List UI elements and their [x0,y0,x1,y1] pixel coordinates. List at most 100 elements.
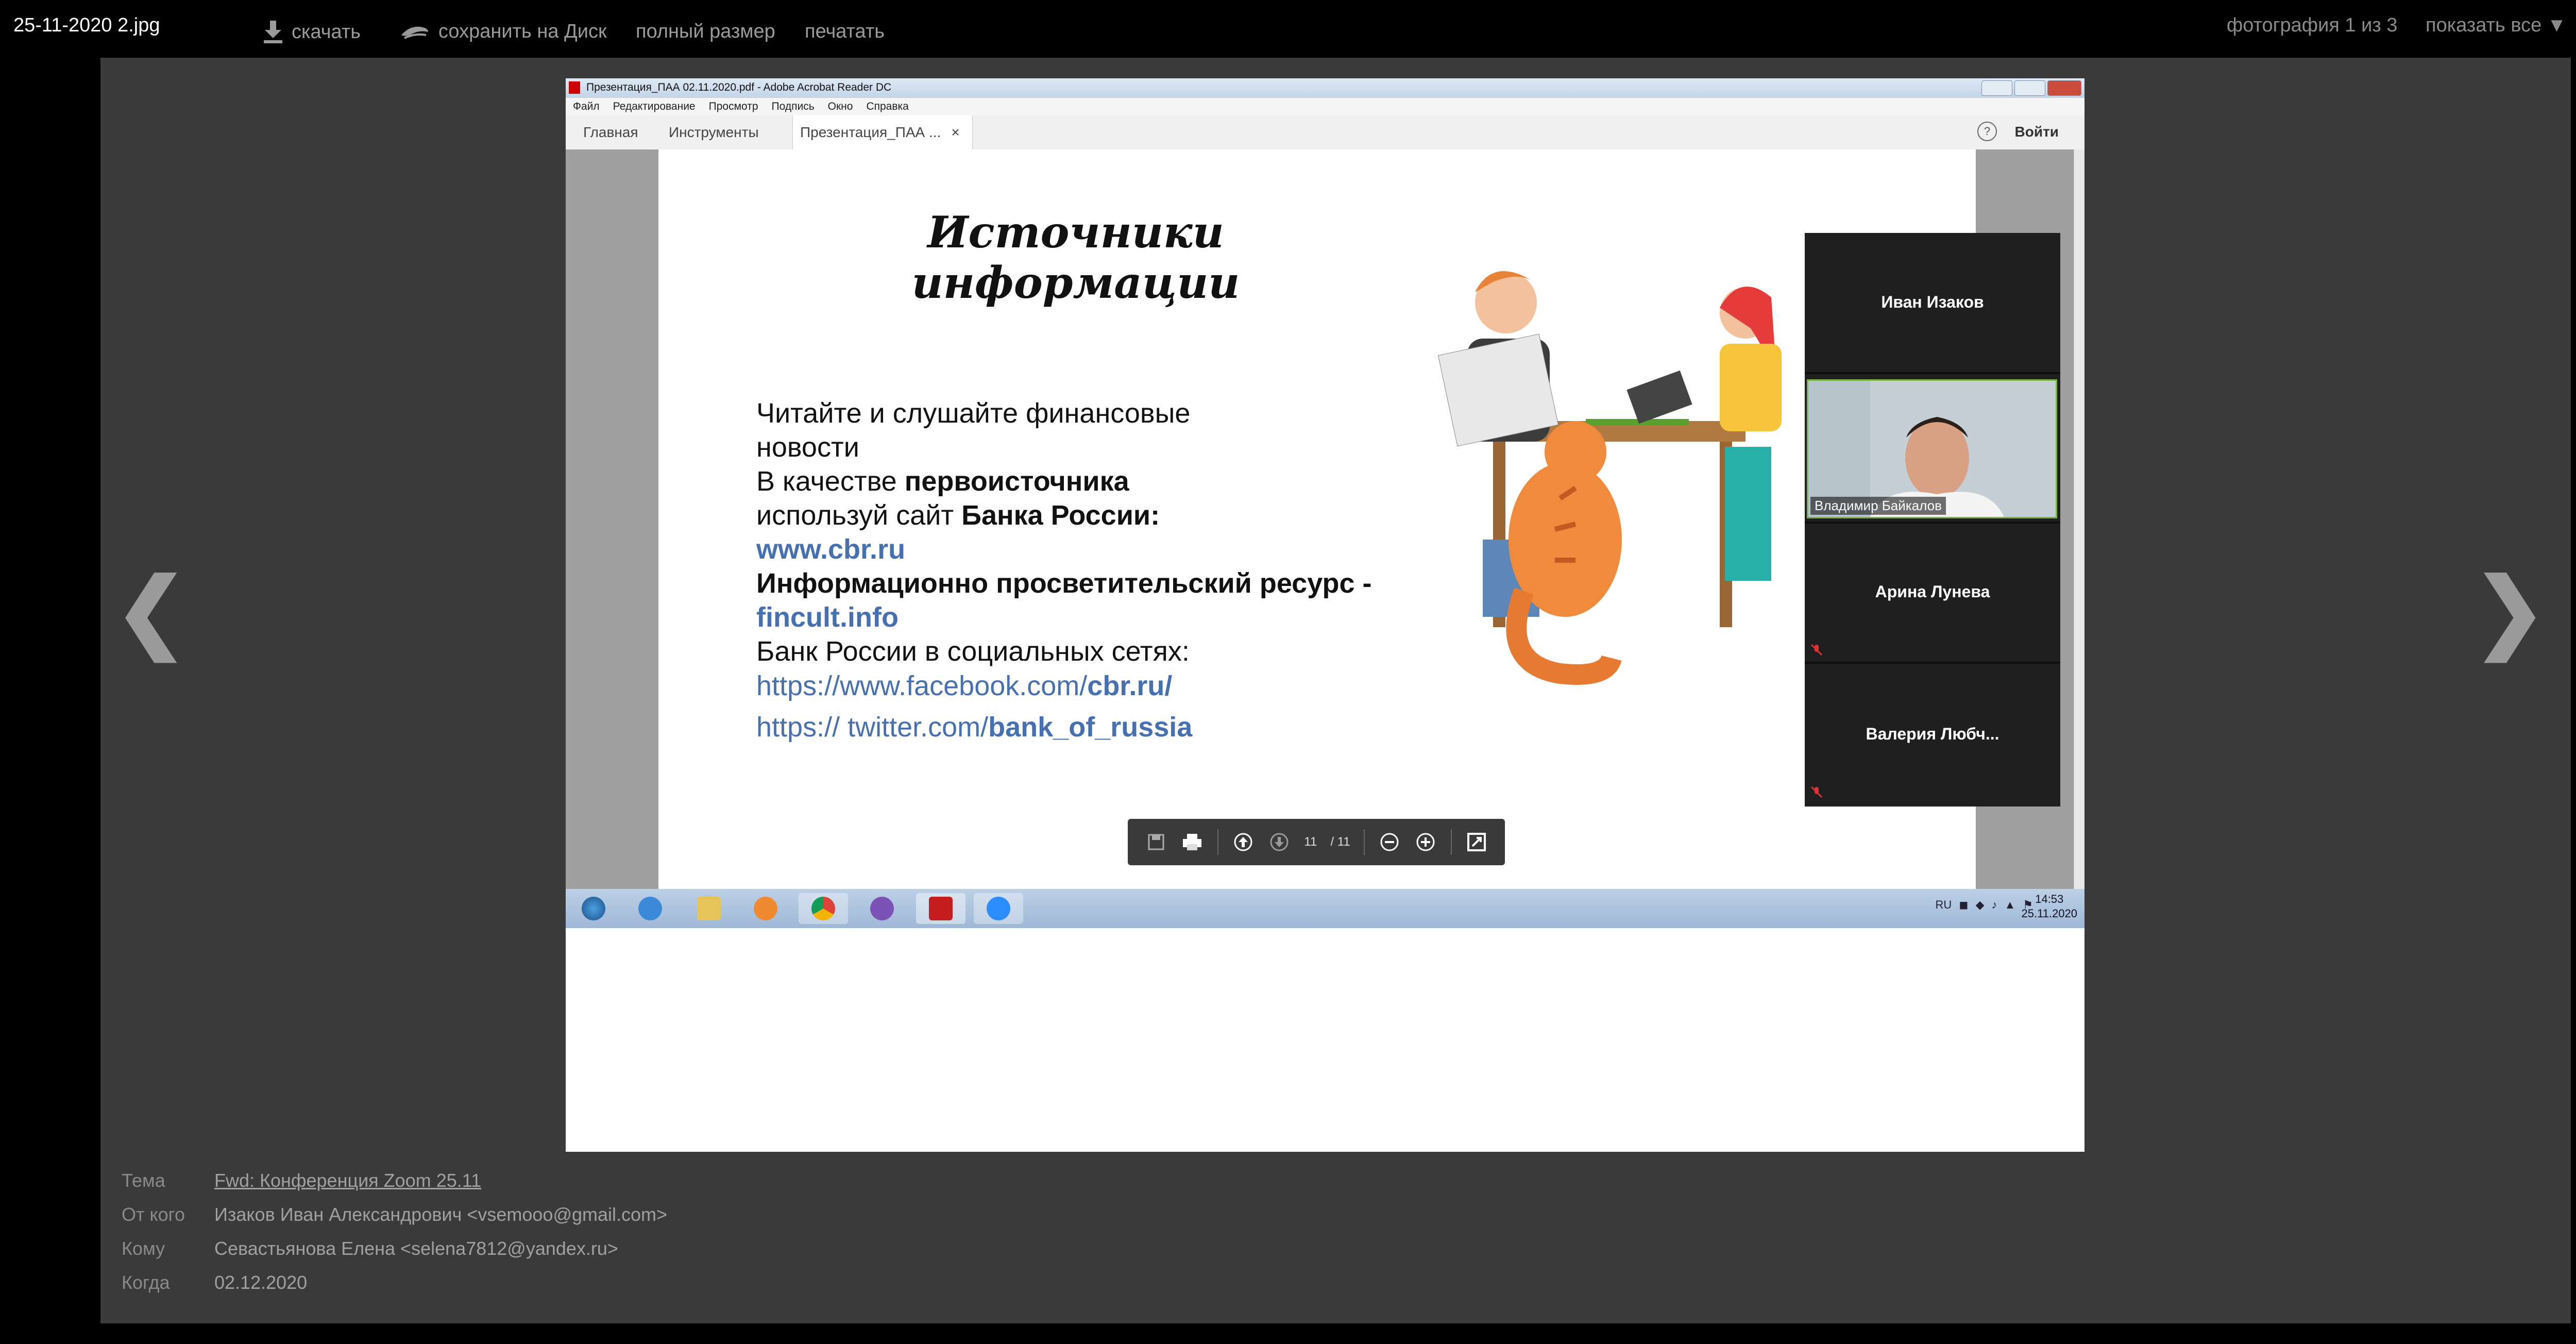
network-icon: ▲ [2004,898,2016,911]
text-bold: Банка России: [961,500,1160,531]
text-bold: первоисточника [904,466,1129,497]
download-label: скачать [292,21,361,43]
menu-sign: Подпись [771,100,815,112]
participant-tile: Валерия Любч... [1805,665,2060,804]
link-cbr: www.cbr.ru [756,534,906,565]
window-close-icon [2047,80,2081,96]
full-size-label: полный размер [636,21,775,42]
menu-help: Справка [866,100,909,112]
meta-label: Тема [122,1170,165,1191]
save-to-disk-button[interactable]: сохранить на Диск [399,21,607,43]
prev-arrow-icon[interactable]: ❮ [114,567,188,654]
zoom-in-icon [1414,831,1437,853]
toolbar-separator [1217,829,1218,855]
photo-image: Презентация_ПАА 02.11.2020.pdf - Adobe A… [566,78,2084,1152]
acrobat-icon [916,893,965,924]
slide-title-line1: Источники [927,207,1224,258]
start-icon [569,893,618,924]
clock-date: 25.11.2020 [2021,907,2077,920]
viber-icon [857,893,907,924]
participant-tile-active: Владимир Байкалов [1805,377,2060,524]
email-metadata: Тема Fwd: Конференция Zoom 25.11 От кого… [122,1164,667,1300]
menu-view: Просмотр [708,100,758,112]
language-indicator: RU [1935,898,1952,911]
explorer-icon [684,893,734,924]
fullscreen-icon [1465,831,1488,853]
print-label: печатать [805,21,885,42]
vertical-scrollbar [2074,149,2084,889]
email-subject-link[interactable]: Fwd: Конференция Zoom 25.11 [214,1164,481,1198]
meta-label: Когда [122,1272,170,1293]
slide-paragraph-social: Банк России в социальных сетях: [756,636,1190,667]
next-arrow-icon[interactable]: ❯ [2473,567,2546,654]
ie-icon [625,893,675,924]
windows-taskbar: RU ◼ ◆ ♪ ▲ ⚑ 14:53 25.11.2020 [566,889,2084,928]
zoom-participants-panel: Иван Изаков Владимир Байкалов Арина Луне… [1805,233,2060,807]
meta-when-row: Когда 02.12.2020 [122,1266,667,1300]
volume-icon: ♪ [1991,898,1997,911]
participant-tile: Арина Лунева [1805,523,2060,664]
acrobat-title-bar: Презентация_ПАА 02.11.2020.pdf - Adobe A… [566,78,2084,98]
acrobat-tabs: Главная Инструменты Презентация_ПАА ... … [566,115,2084,150]
slide-title-line2: информации [911,257,1240,308]
reading-people-illustration [1437,271,1782,685]
save-to-disk-label: сохранить на Диск [438,21,607,42]
link-fincult: fincult.info [756,602,899,633]
zoom-out-icon [1378,831,1401,853]
muted-mic-icon [1810,644,1823,656]
link-twitter: https:// twitter.com/bank_of_russia [756,711,1192,743]
show-all-dropdown[interactable]: показать все ▼ [2426,14,2566,37]
participant-tile: Иван Изаков [1805,233,2060,374]
email-date: 02.12.2020 [214,1272,308,1293]
minimize-icon [1981,80,2012,96]
text-bold: cbr.ru/ [1087,670,1173,701]
tray-icon: ◼ [1959,898,1969,911]
menu-edit: Редактирование [613,100,696,112]
login-link: Войти [2014,124,2059,140]
maximize-icon [2014,80,2045,96]
tab-document-label: Презентация_ПАА ... [800,124,941,140]
tray-icon: ◆ [1975,898,1985,911]
text: используй сайт [756,500,962,531]
menu-file: Файл [573,100,600,112]
viewer-toolbar: 25-11-2020 2.jpg скачать сохранить на Ди… [0,0,2576,57]
link-facebook: https://www.facebook.com/cbr.ru/ [756,670,1172,702]
text: https://www.facebook.com/ [756,670,1088,701]
participant-name: Арина Лунева [1875,582,1990,601]
window-controls [1981,80,2081,96]
download-icon [264,21,282,43]
photo-counter: фотография 1 из 3 [2227,14,2398,36]
text: В качестве [756,466,905,497]
meta-to-row: Кому Севастьянова Елена <selena7812@yand… [122,1232,667,1266]
slide-paragraph-fincult: Информационно просветительский ресурс - … [756,566,1375,634]
participant-video-name: Владимир Байкалов [1810,497,1946,515]
muted-mic-icon [1810,786,1823,798]
meta-label: От кого [122,1204,185,1225]
print-icon [1181,831,1204,853]
media-player-icon [741,893,790,924]
zoom-app-icon [974,893,1023,924]
text-bold: Информационно просветительский ресурс - [756,568,1372,599]
tab-tools: Инструменты [669,124,759,140]
participant-name: Иван Изаков [1881,293,1984,311]
menu-window: Окно [827,100,853,112]
email-from: Изаков Иван Александрович <vsemooo@gmail… [214,1204,668,1225]
system-tray: RU ◼ ◆ ♪ ▲ ⚑ [1936,898,2033,912]
disk-icon [401,26,428,39]
meta-from-row: От кого Изаков Иван Александрович <vsemo… [122,1198,667,1232]
full-size-button[interactable]: полный размер [636,21,775,43]
slide-title: Источники информации [803,207,1349,308]
slide-body: Читайте и слушайте финансовые новости В … [756,396,1375,668]
text: https:// twitter.com/ [756,712,989,743]
acrobat-menu: Файл Редактирование Просмотр Подпись Окн… [566,98,2084,115]
print-button[interactable]: печатать [805,21,885,43]
slide-paragraph-source: В качестве первоисточника используй сайт… [756,464,1375,532]
download-button[interactable]: скачать [263,21,361,43]
tab-document: Презентация_ПАА ... × [792,115,973,149]
page-down-icon [1268,831,1291,853]
tab-home: Главная [583,124,638,140]
toolbar-separator [1363,829,1365,855]
save-icon [1145,831,1167,853]
clock-time: 14:53 [2035,893,2064,905]
participant-name: Валерия Любч... [1866,725,1999,743]
